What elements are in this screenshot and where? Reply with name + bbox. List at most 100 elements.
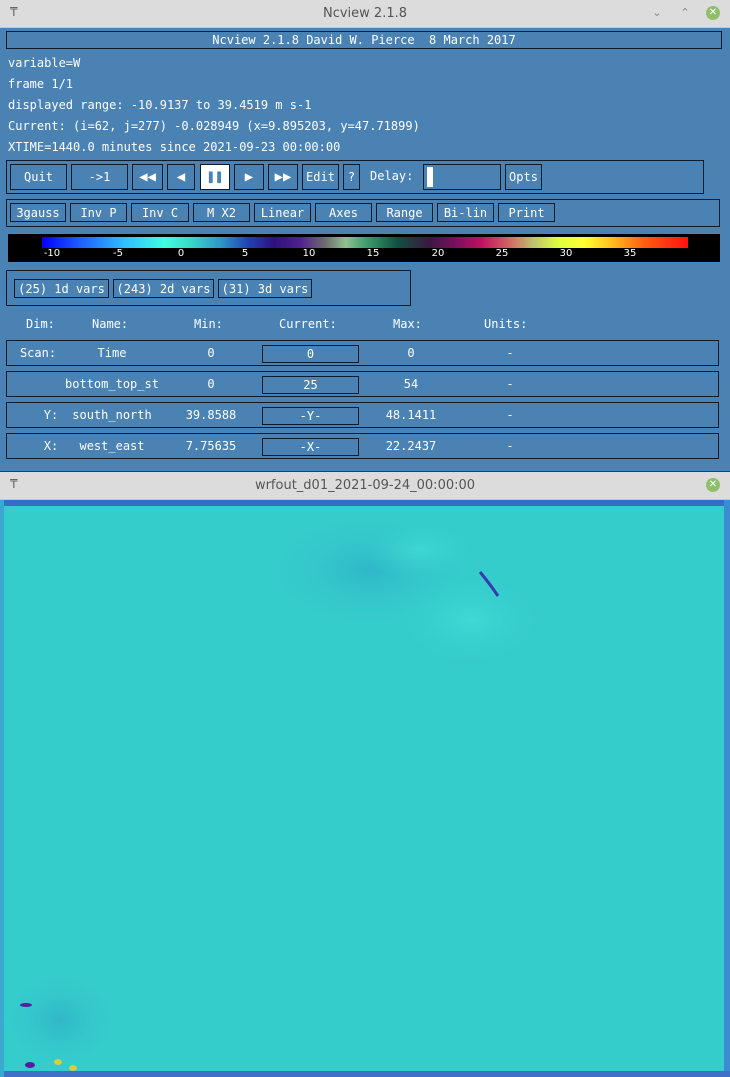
fast-forward-icon: ▶▶ [274,169,292,185]
image-titlebar[interactable]: ₸ wrfout_d01_2021-09-24_00:00:00 ✕ [0,472,730,500]
dim-row-current[interactable]: -Y- [262,407,359,425]
anomaly-spot [20,1003,32,1007]
left-border-band [0,500,4,1077]
data-field-image[interactable] [0,500,730,1077]
dim-row-min: 0 [207,346,215,360]
wave-region [390,570,550,670]
colorbar-label: 20 [431,248,445,259]
dim-row-name: west_east [79,439,145,453]
current-header: Current: [279,317,337,331]
option-magnify-button[interactable]: M X2 [193,203,250,222]
dim-row-max: 48.1411 [385,408,437,422]
dim-row-name: south_north [72,408,152,422]
image-window: ₸ wrfout_d01_2021-09-24_00:00:00 ✕ [0,472,730,1077]
anomaly-spot [54,1059,62,1065]
dim-row: Scan: Time 0 0 0 - [6,340,719,366]
wave-region [360,520,480,580]
rewind-icon: ◀◀ [139,169,156,185]
dim-row-min: 39.8588 [185,408,237,422]
anomaly-spot [69,1065,77,1071]
option-range-button[interactable]: Range [376,203,433,222]
quit-button[interactable]: Quit [10,164,67,190]
colorbar-label: 30 [559,248,573,259]
ctrl-window-title: Ncview 2.1.8 [322,6,408,21]
delay-slider[interactable] [423,164,501,190]
dim-row-units: - [506,439,514,453]
right-border-band [724,500,730,1077]
colorbar-label: 10 [302,248,316,259]
dim-row-units: - [506,346,514,360]
dim-row: Y: south_north 39.8588 -Y- 48.1411 - [6,402,719,428]
colorbar-label: -5 [113,248,123,259]
rewind-button[interactable]: ◀◀ [132,164,163,190]
close-icon[interactable]: ✕ [706,6,720,20]
bottom-border-band [0,1071,730,1077]
step-forward-button[interactable]: ▶ [234,164,264,190]
option-print-button[interactable]: Print [498,203,555,222]
dim-row: bottom_top_st 0 25 54 - [6,371,719,397]
variable-line: variable=W [8,56,81,70]
step-forward-icon: ▶ [244,169,254,185]
edit-button[interactable]: Edit [302,164,339,190]
close-icon[interactable]: ✕ [706,478,720,492]
max-header: Max: [393,317,422,331]
dim-row-max: 22.2437 [385,439,437,453]
vars-3d-button[interactable]: (31) 3d vars [218,279,312,298]
dim-row-name: bottom_top_st [65,377,159,391]
dim-row-units: - [506,377,514,391]
pin-icon[interactable]: ₸ [10,477,18,491]
colorbar-label: 35 [623,248,637,259]
option-3gauss-button[interactable]: 3gauss [10,203,66,222]
go-to-first-button[interactable]: ->1 [71,164,128,190]
field-render [0,500,730,1077]
version-header: Ncview 2.1.8 David W. Pierce 8 March 201… [6,31,722,49]
option-inv-c-button[interactable]: Inv C [131,203,189,222]
min-header: Min: [194,317,223,331]
dim-row-current[interactable]: 0 [262,345,359,363]
option-inv-p-button[interactable]: Inv P [70,203,127,222]
option-axes-button[interactable]: Axes [315,203,372,222]
colorbar-label: 25 [495,248,509,259]
vars-2d-button[interactable]: (243) 2d vars [113,279,214,298]
dim-row-units: - [506,408,514,422]
dim-row-min: 7.75635 [185,439,237,453]
colorbar-label: 0 [177,248,185,259]
delay-label: Delay: [370,169,414,183]
step-back-button[interactable]: ◀ [167,164,195,190]
ctrl-body: Ncview 2.1.8 David W. Pierce 8 March 201… [0,28,730,471]
top-border-band [0,500,730,506]
units-header: Units: [484,317,528,331]
xtime-line: XTIME=1440.0 minutes since 2021-09-23 00… [8,140,341,154]
option-linear-button[interactable]: Linear [254,203,311,222]
colorbar-label: -10 [43,248,61,259]
minimize-icon[interactable]: ⌄ [650,6,664,20]
current-line: Current: (i=62, j=277) -0.028949 (x=9.89… [8,119,420,133]
option-bilin-button[interactable]: Bi-lin [437,203,494,222]
name-header: Name: [92,317,129,331]
pin-icon[interactable]: ₸ [10,5,18,19]
dim-row-current[interactable]: -X- [262,438,359,456]
anomaly-spot [25,1062,35,1068]
fast-forward-button[interactable]: ▶▶ [268,164,298,190]
ctrl-titlebar[interactable]: ₸ Ncview 2.1.8 ⌄ ⌃ ✕ [0,0,730,28]
dim-row: X: west_east 7.75635 -X- 22.2437 - [6,433,719,459]
maximize-icon[interactable]: ⌃ [678,6,692,20]
dim-header: Dim: [26,317,55,331]
step-back-icon: ◀ [176,169,186,185]
help-button[interactable]: ? [343,164,360,190]
turbulent-region [0,970,120,1070]
pause-button[interactable]: ❚❚ [200,164,230,190]
colorbar-gradient [42,237,688,248]
vars-1d-button[interactable]: (25) 1d vars [14,279,109,298]
dim-row-min: 0 [207,377,215,391]
frame-line: frame 1/1 [8,77,74,91]
range-line: displayed range: -10.9137 to 39.4519 m s… [8,98,312,112]
colorbar-label: 15 [366,248,380,259]
dim-row-current[interactable]: 25 [262,376,359,394]
delay-slider-thumb[interactable] [427,167,433,187]
dim-row-max: 54 [403,377,419,391]
image-window-title: wrfout_d01_2021-09-24_00:00:00 [254,478,476,493]
ncview-control-window: ₸ Ncview 2.1.8 ⌄ ⌃ ✕ Ncview 2.1.8 David … [0,0,730,471]
colorbar[interactable]: -10 -5 0 5 10 15 20 25 30 35 [8,234,720,262]
opts-button[interactable]: Opts [505,164,542,190]
